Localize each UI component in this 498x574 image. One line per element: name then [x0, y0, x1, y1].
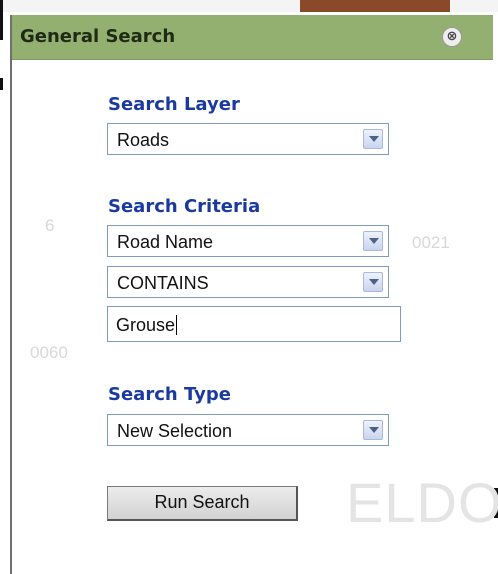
search-layer-label: Search Layer [108, 94, 240, 115]
map-top-feature [300, 0, 450, 12]
text-caret [176, 315, 178, 335]
chevron-down-icon[interactable] [363, 420, 383, 440]
criteria-value-text: Grouse [116, 315, 178, 335]
chevron-down-icon[interactable] [363, 272, 383, 292]
criteria-operator-selected: CONTAINS [117, 273, 209, 293]
search-type-label: Search Type [108, 384, 231, 405]
dialog-title: General Search [20, 26, 176, 47]
search-layer-selected: Roads [117, 130, 170, 150]
search-type-selected: New Selection [117, 421, 233, 441]
map-edge-mark [0, 0, 3, 40]
map-edge-mark [0, 78, 3, 90]
chevron-down-icon[interactable] [363, 231, 383, 251]
search-type-select[interactable]: New Selection [107, 414, 389, 446]
criteria-value-input[interactable]: Grouse [107, 306, 401, 342]
criteria-field-selected: Road Name [117, 232, 214, 252]
search-layer-select[interactable]: Roads [107, 123, 389, 155]
chevron-down-icon[interactable] [363, 129, 383, 149]
criteria-operator-select[interactable]: CONTAINS [107, 266, 389, 298]
close-icon[interactable]: ⊗ [442, 27, 462, 47]
map-top-strip [0, 0, 498, 12]
criteria-field-select[interactable]: Road Name [107, 225, 389, 257]
search-criteria-label: Search Criteria [108, 196, 261, 217]
run-search-button[interactable]: Run Search [107, 486, 298, 521]
dialog-title-bar[interactable]: General Search ⊗ [12, 15, 493, 60]
